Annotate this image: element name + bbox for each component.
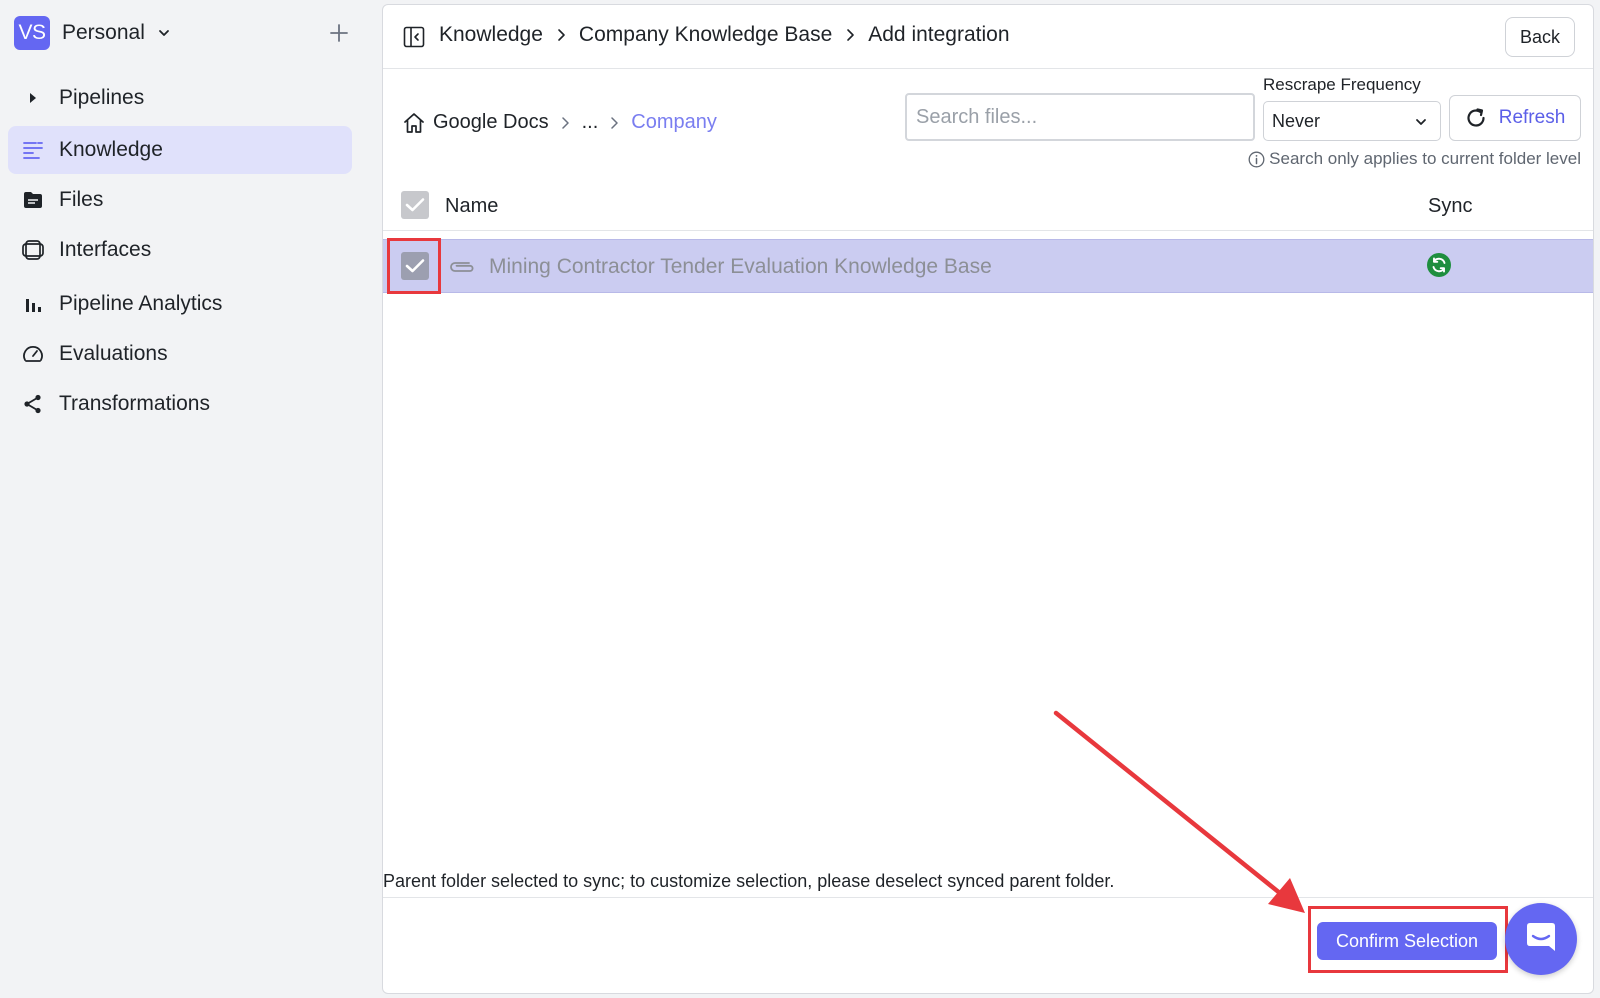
sidebar-item-label: Knowledge bbox=[59, 138, 163, 161]
sidebar-item-label: Transformations bbox=[59, 392, 210, 415]
knowledge-icon bbox=[22, 139, 44, 161]
folder-path-ellipsis[interactable]: ... bbox=[582, 111, 599, 134]
sidebar: VS Personal Pipelines Knowledge Files In… bbox=[0, 0, 372, 998]
sidebar-item-transformations[interactable]: Transformations bbox=[8, 380, 352, 428]
confirm-highlight-box bbox=[1308, 906, 1508, 973]
sidebar-item-pipeline-analytics[interactable]: Pipeline Analytics bbox=[8, 280, 352, 328]
breadcrumb-current: Add integration bbox=[868, 23, 1010, 46]
back-button[interactable]: Back bbox=[1505, 17, 1575, 57]
parent-folder-notice: Parent folder selected to sync; to custo… bbox=[383, 871, 1115, 891]
info-icon bbox=[1248, 151, 1265, 168]
sidebar-item-pipelines[interactable]: Pipelines bbox=[8, 74, 352, 122]
column-header-sync: Sync bbox=[1428, 195, 1473, 217]
header-bar: Knowledge Company Knowledge Base Add int… bbox=[383, 5, 1593, 69]
chat-icon bbox=[1524, 920, 1558, 959]
column-header-name: Name bbox=[445, 195, 499, 217]
sidebar-item-label: Evaluations bbox=[59, 342, 168, 365]
folder-path-current: Company bbox=[631, 111, 717, 133]
chevron-right-icon bbox=[561, 116, 570, 130]
search-input[interactable] bbox=[905, 93, 1255, 141]
footer-divider bbox=[383, 897, 1593, 898]
integration-panel: Knowledge Company Knowledge Base Add int… bbox=[382, 4, 1594, 994]
sidebar-item-label: Interfaces bbox=[59, 238, 152, 261]
sidebar-item-files[interactable]: Files bbox=[8, 176, 352, 224]
sidebar-item-label: Pipelines bbox=[59, 86, 145, 109]
folder-path-root[interactable]: Google Docs bbox=[433, 111, 549, 134]
chevron-down-icon[interactable] bbox=[157, 26, 171, 40]
table-row[interactable]: Mining Contractor Tender Evaluation Know… bbox=[383, 239, 1593, 293]
chevron-right-icon bbox=[845, 28, 855, 42]
bar-chart-icon bbox=[22, 293, 44, 315]
workspace-switcher[interactable]: VS Personal bbox=[14, 16, 354, 50]
paperclip-icon bbox=[447, 256, 477, 278]
sidebar-item-evaluations[interactable]: Evaluations bbox=[8, 330, 352, 378]
caret-right-icon bbox=[22, 87, 44, 109]
rescrape-frequency-value: Never bbox=[1272, 110, 1321, 131]
folder-breadcrumb: Google Docs ... Company bbox=[403, 111, 717, 134]
search-hint-text: Search only applies to current folder le… bbox=[1269, 149, 1581, 168]
chevron-right-icon bbox=[610, 116, 619, 130]
home-icon[interactable] bbox=[403, 112, 425, 134]
sidebar-toggle-icon[interactable] bbox=[403, 26, 425, 48]
sync-icon bbox=[1426, 252, 1452, 278]
search-hint: Search only applies to current folder le… bbox=[1248, 149, 1581, 169]
table-header: Name Sync bbox=[383, 181, 1593, 231]
sidebar-item-label: Files bbox=[59, 188, 104, 211]
breadcrumb-knowledge-base[interactable]: Company Knowledge Base bbox=[579, 23, 832, 47]
rescrape-frequency-label: Rescrape Frequency bbox=[1263, 75, 1421, 94]
workspace-name: Personal bbox=[62, 21, 145, 44]
gauge-icon bbox=[22, 343, 44, 365]
share-icon bbox=[22, 393, 44, 415]
file-folder-icon bbox=[22, 189, 44, 211]
rescrape-frequency-select[interactable]: Never bbox=[1263, 101, 1441, 141]
refresh-label: Refresh bbox=[1498, 107, 1566, 128]
interfaces-icon bbox=[22, 239, 44, 261]
chevron-down-icon bbox=[1414, 115, 1428, 129]
chat-launcher-button[interactable] bbox=[1505, 903, 1577, 975]
sidebar-item-knowledge[interactable]: Knowledge bbox=[8, 126, 352, 174]
select-all-checkbox[interactable] bbox=[401, 191, 429, 219]
breadcrumb-knowledge[interactable]: Knowledge bbox=[439, 23, 543, 47]
breadcrumb: Knowledge Company Knowledge Base Add int… bbox=[439, 23, 1010, 47]
workspace-avatar: VS bbox=[14, 16, 50, 50]
sidebar-item-interfaces[interactable]: Interfaces bbox=[8, 226, 352, 274]
plus-icon[interactable] bbox=[326, 20, 352, 46]
refresh-button[interactable]: Refresh bbox=[1449, 95, 1581, 141]
checkbox-highlight-box bbox=[387, 238, 441, 294]
sidebar-item-label: Pipeline Analytics bbox=[59, 292, 223, 315]
row-name: Mining Contractor Tender Evaluation Know… bbox=[489, 255, 992, 278]
chevron-right-icon bbox=[556, 28, 566, 42]
refresh-icon bbox=[1465, 107, 1487, 129]
